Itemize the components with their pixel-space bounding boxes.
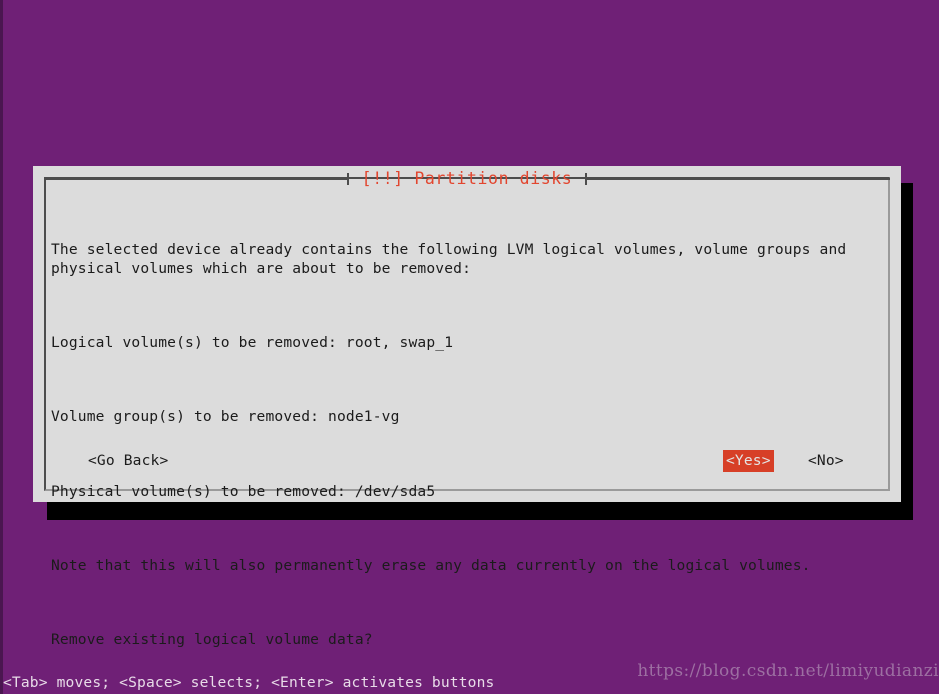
- body-paragraph-question: Remove existing logical volume data?: [51, 631, 373, 649]
- body-paragraph-logical: Logical volume(s) to be removed: root, s…: [51, 334, 454, 352]
- dialog-body: The selected device already contains the…: [51, 204, 891, 687]
- watermark-url: https://blog.csdn.net/limiyudianzi: [637, 661, 939, 681]
- console-screen: [!!] Partition disks The selected device…: [0, 0, 939, 694]
- titlebar-rule-left: [44, 173, 349, 185]
- titlebar-rule-right: [585, 173, 890, 185]
- body-paragraph-group: Volume group(s) to be removed: node1-vg: [51, 408, 400, 426]
- screen-left-edge: [0, 0, 3, 694]
- dialog-button-row: <Go Back> <Yes> <No>: [51, 450, 891, 472]
- body-paragraph-intro: The selected device already contains the…: [51, 241, 847, 277]
- yes-button[interactable]: <Yes>: [723, 450, 774, 472]
- dialog-title: [!!] Partition disks: [361, 168, 573, 188]
- no-button[interactable]: <No>: [805, 450, 847, 472]
- body-paragraph-note: Note that this will also permanently era…: [51, 556, 811, 574]
- dialog-titlebar: [!!] Partition disks: [33, 166, 901, 192]
- go-back-button[interactable]: <Go Back>: [85, 450, 171, 472]
- keyboard-help-bar: <Tab> moves; <Space> selects; <Enter> ac…: [3, 674, 495, 691]
- body-paragraph-physical: Physical volume(s) to be removed: /dev/s…: [51, 482, 436, 500]
